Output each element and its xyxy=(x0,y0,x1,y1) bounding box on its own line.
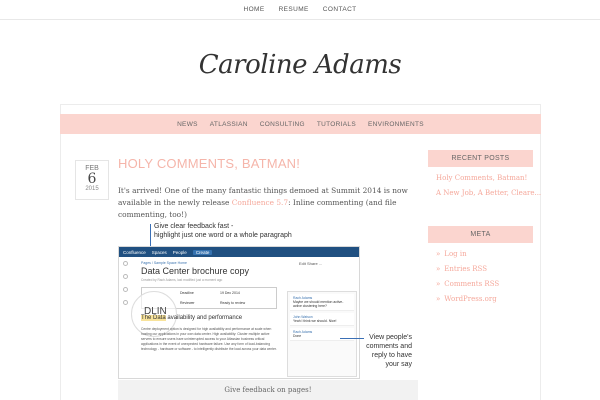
post-date-badge: FEB 6 2015 xyxy=(75,160,109,200)
confluence-page-meta: Created by Rach Adams, last modified jus… xyxy=(141,278,223,282)
recent-post-link[interactable]: A New Job, A Better, Cleare... xyxy=(436,189,541,197)
nav-consulting[interactable]: CONSULTING xyxy=(260,121,305,128)
nav-tutorials[interactable]: TUTORIALS xyxy=(317,121,356,128)
highlighted-text: The Data availability and performance xyxy=(141,315,242,321)
post-image: Confluence Spaces People Create Pages / … xyxy=(118,246,360,379)
meta-comments-rss-link[interactable]: Comments RSS xyxy=(436,280,533,288)
nav-home[interactable]: HOME xyxy=(243,6,264,13)
nav-atlassian[interactable]: ATLASSIAN xyxy=(210,121,248,128)
confluence-body-text: Centre deployment option is designed for… xyxy=(141,327,277,351)
meta-entries-rss-link[interactable]: Entries RSS xyxy=(436,265,533,273)
table-cell: Deadline xyxy=(180,291,194,295)
main-nav: NEWS ATLASSIAN CONSULTING TUTORIALS ENVI… xyxy=(60,114,541,134)
confluence-breadcrumb: Pages / Sample Space Home xyxy=(141,261,187,265)
confluence-toolbar: Edit Share ... xyxy=(299,261,323,266)
callout-line xyxy=(340,338,364,339)
image-caption: Give feedback on pages! xyxy=(118,380,418,400)
spaces-menu: Spaces xyxy=(151,249,167,255)
highlight-rest: availability and performance xyxy=(165,315,243,321)
people-menu: People xyxy=(172,249,187,255)
comment: Rach Adams Done xyxy=(290,328,354,341)
nav-environments[interactable]: ENVIRONMENTS xyxy=(368,121,424,128)
top-nav: HOME RESUME CONTACT xyxy=(0,0,600,19)
confluence-sidebar-icons xyxy=(123,261,129,313)
create-button: Create xyxy=(192,249,213,255)
comment: Rach Adams Maybe we should mention active… xyxy=(290,294,354,311)
comments-panel: Rach Adams Maybe we should mention active… xyxy=(287,291,357,377)
post-date-year: 2015 xyxy=(85,186,99,192)
table-cell: Reviewer xyxy=(180,301,195,305)
table-cell: 19 Dec 2014 xyxy=(220,291,240,295)
post-body: It's arrived! One of the many fantastic … xyxy=(118,185,418,221)
recent-post-link[interactable]: Holy Comments, Batman! xyxy=(436,174,533,182)
callout-highlight: Give clear feedback fast - highlight jus… xyxy=(154,223,292,239)
post-title[interactable]: HOLY COMMENTS, BATMAN! xyxy=(118,156,300,171)
post-date-day: 6 xyxy=(87,171,97,187)
meta-title: META xyxy=(428,226,533,243)
meta-login-link[interactable]: Log in xyxy=(436,250,533,258)
meta-wordpress-link[interactable]: WordPress.org xyxy=(436,295,533,303)
confluence-page-title: Data Center brochure copy xyxy=(141,266,250,276)
comment-text: Maybe we should mention active-active cl… xyxy=(293,300,344,308)
table-cell: Ready to review xyxy=(220,301,246,305)
comment-text: Yeah I think we should. Nice! xyxy=(293,319,337,323)
highlight-word: The Data xyxy=(141,315,166,321)
callout-comments: View people's comments and reply to have… xyxy=(366,334,412,368)
confluence-header: Confluence Spaces People Create xyxy=(119,247,359,257)
sidebar-recent-posts: RECENT POSTS Holy Comments, Batman! A Ne… xyxy=(428,150,541,197)
sidebar-meta: META Log in Entries RSS Comments RSS Wor… xyxy=(428,226,533,303)
divider xyxy=(0,19,600,20)
site-logo[interactable]: Caroline Adams xyxy=(0,50,600,80)
confluence-logo: Confluence xyxy=(123,249,146,255)
nav-contact[interactable]: CONTACT xyxy=(323,6,357,13)
comment: John Watson Yeah I think we should. Nice! xyxy=(290,313,354,326)
nav-resume[interactable]: RESUME xyxy=(279,6,309,13)
recent-posts-title: RECENT POSTS xyxy=(428,150,533,167)
confluence-link[interactable]: Confluence 5.7 xyxy=(232,198,288,207)
nav-news[interactable]: NEWS xyxy=(177,121,198,128)
